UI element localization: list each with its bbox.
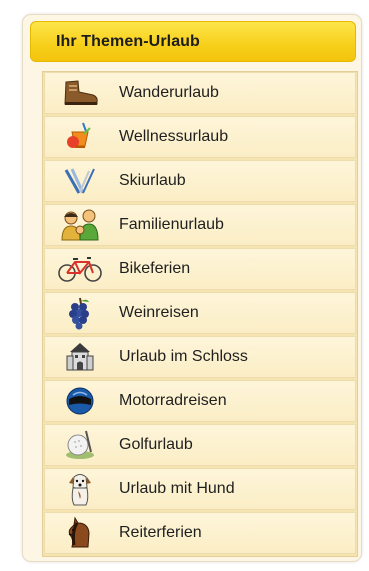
motorcycle-helmet-icon [45,381,115,421]
grapes-icon [45,293,115,333]
theme-item-golfurlaub[interactable]: Golfurlaub [44,424,356,466]
theme-item-label: Weinreisen [119,304,199,321]
theme-item-label: Urlaub im Schloss [119,348,248,365]
hiking-boot-icon [45,73,115,113]
theme-item-wanderurlaub[interactable]: Wanderurlaub [44,72,356,114]
theme-item-skiurlaub[interactable]: Skiurlaub [44,160,356,202]
theme-item-label: Skiurlaub [119,172,186,189]
panel-title: Ihr Themen-Urlaub [56,33,200,50]
theme-item-bikeferien[interactable]: Bikeferien [44,248,356,290]
theme-item-motorradreisen[interactable]: Motorradreisen [44,380,356,422]
horse-icon [45,513,115,553]
theme-list: Wanderurlaub Wellnessurlaub Skiurlaub Fa… [42,71,358,557]
theme-item-label: Wellnessurlaub [119,128,229,145]
golf-ball-icon [45,425,115,465]
theme-item-urlaub-mit-hund[interactable]: Urlaub mit Hund [44,468,356,510]
theme-item-label: Motorradreisen [119,392,227,409]
theme-vacation-panel: Ihr Themen-Urlaub Wanderurlaub Wellnessu… [22,14,362,562]
bicycle-icon [45,249,115,289]
theme-item-weinreisen[interactable]: Weinreisen [44,292,356,334]
theme-item-label: Reiterferien [119,524,202,541]
theme-item-reiterferien[interactable]: Reiterferien [44,512,356,554]
cocktail-icon [45,117,115,157]
theme-item-label: Familienurlaub [119,216,224,233]
theme-item-wellnessurlaub[interactable]: Wellnessurlaub [44,116,356,158]
theme-item-label: Golfurlaub [119,436,193,453]
theme-item-urlaub-im-schloss[interactable]: Urlaub im Schloss [44,336,356,378]
skis-icon [45,161,115,201]
castle-icon [45,337,115,377]
theme-item-label: Wanderurlaub [119,84,219,101]
theme-item-label: Urlaub mit Hund [119,480,235,497]
theme-item-label: Bikeferien [119,260,191,277]
panel-header: Ihr Themen-Urlaub [30,21,356,62]
dog-icon [45,469,115,509]
family-icon [45,205,115,245]
theme-item-familienurlaub[interactable]: Familienurlaub [44,204,356,246]
